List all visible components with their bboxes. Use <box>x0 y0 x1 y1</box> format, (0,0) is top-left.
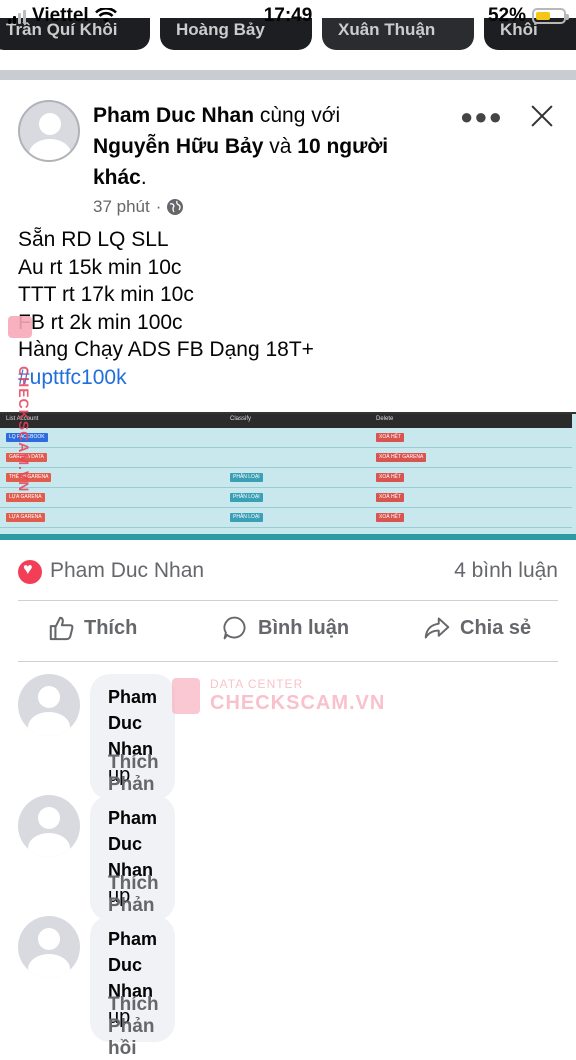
battery-status: 52% <box>487 5 569 27</box>
tagged-person[interactable]: Nguyễn Hữu Bảy <box>93 135 263 158</box>
share-icon <box>424 617 450 639</box>
comment-reply-button[interactable]: Phản hồi <box>108 1016 154 1059</box>
reactor-name: Pham Duc Nhan <box>50 559 205 582</box>
comment-author[interactable]: Pham Duc Nhan <box>108 684 157 762</box>
comment-actions: Thích Phản hồi <box>108 994 183 1060</box>
commenter-avatar[interactable] <box>18 795 80 857</box>
commenter-avatar[interactable] <box>18 674 80 736</box>
post-body: Sẵn RD LQ SLL Au rt 15k min 10c TTT rt 1… <box>18 226 314 391</box>
image-table-header: List Account Classify Delete <box>0 414 572 428</box>
divider <box>18 600 558 601</box>
comment-like-button[interactable]: Thích <box>108 873 159 894</box>
post-image[interactable]: List Account Classify Delete LQ FACEBOOK… <box>0 412 576 540</box>
reactions-summary[interactable]: Pham Duc Nhan 4 bình luận <box>18 557 558 587</box>
thumbs-up-icon <box>49 616 74 641</box>
watermark: DATA CENTER CHECKSCAM.VN <box>170 672 390 722</box>
more-options-icon[interactable]: ●●● <box>460 104 503 130</box>
feed-divider <box>0 70 576 80</box>
post-actions: Thích Bình luận Chia sẻ <box>0 603 576 661</box>
post-author-name[interactable]: Pham Duc Nhan <box>93 104 254 127</box>
image-table-row: THẺ 18 GARENA PHÂN LOẠI XOÁ HẾT <box>0 468 572 488</box>
like-button[interactable]: Thích <box>48 615 137 641</box>
commenter-avatar[interactable] <box>18 916 80 978</box>
comment-like-button[interactable]: Thích <box>108 994 159 1015</box>
watermark-lock-icon <box>172 678 200 714</box>
globe-icon <box>167 199 184 215</box>
comment-author[interactable]: Pham Duc Nhan <box>108 805 157 883</box>
comment-icon <box>223 616 246 640</box>
comment-author[interactable]: Pham Duc Nhan <box>108 926 157 1004</box>
hashtag-link[interactable]: #upttfc100k <box>18 364 314 392</box>
divider <box>18 661 558 662</box>
image-table-row: GARENA DATA XOÁ HẾT GARENA <box>0 448 572 468</box>
post-header: Pham Duc Nhan cùng với Nguyễn Hữu Bảy và… <box>93 104 389 189</box>
image-table-row: LỰA GARENA PHÂN LOẠI XOÁ HẾT <box>0 508 572 528</box>
status-bar: Viettel 17:49 52% <box>0 0 576 32</box>
battery-percent: 52% <box>487 5 526 26</box>
watermark-lock-icon <box>8 316 32 338</box>
post-time[interactable]: 37 phút <box>93 197 150 217</box>
comment-button[interactable]: Bình luận <box>222 615 349 641</box>
watermark-vertical: CHECKSCAM.VN <box>16 366 32 493</box>
comment-count[interactable]: 4 bình luận <box>454 559 558 583</box>
image-table-row: LỰA GARENA PHÂN LOẠI XOÁ HẾT <box>0 488 572 508</box>
heart-reaction-icon <box>18 560 42 584</box>
post-meta: 37 phút · <box>93 197 184 217</box>
battery-icon <box>532 8 569 24</box>
image-table-row: LQ FACEBOOK XOÁ HẾT <box>0 428 572 448</box>
comment-like-button[interactable]: Thích <box>108 752 159 773</box>
share-button[interactable]: Chia sẻ <box>424 615 531 641</box>
post-author-avatar[interactable] <box>18 100 80 162</box>
close-icon[interactable] <box>528 102 556 130</box>
